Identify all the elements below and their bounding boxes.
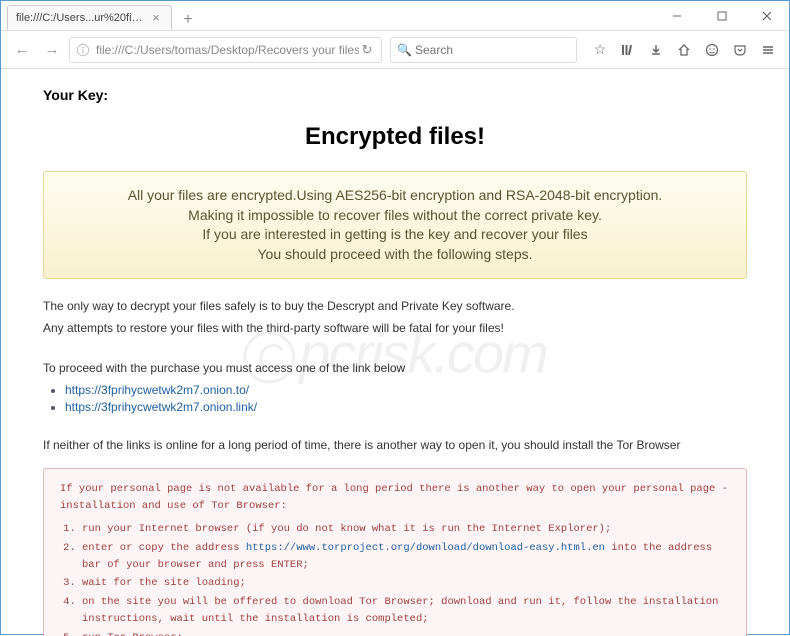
search-input[interactable] [415,43,570,57]
tab-title: file:///C:/Users...ur%20files.html [16,12,143,24]
decrypt-info-1: The only way to decrypt your files safel… [43,297,747,315]
decrypt-info-2: Any attempts to restore your files with … [43,319,747,337]
window-controls [654,1,789,30]
tor-intro: If your personal page is not available f… [60,481,730,515]
search-bar[interactable]: 🔍 [390,37,577,63]
refresh-icon[interactable]: ↻ [359,42,375,58]
forward-button[interactable]: → [39,37,65,63]
new-tab-button[interactable]: + [176,10,200,30]
tor-instruction: If neither of the links is online for a … [43,436,747,454]
close-window-button[interactable] [744,1,789,30]
warning-line: Making it impossible to recover files wi… [64,206,726,226]
maximize-button[interactable] [699,1,744,30]
url-input[interactable] [96,43,359,57]
menu-icon[interactable] [755,37,781,63]
proceed-label: To proceed with the purchase you must ac… [43,359,747,377]
torproject-link[interactable]: https://www.torproject.org/download/down… [246,542,605,554]
tor-steps-list: run your Internet browser (if you do not… [82,521,730,636]
chat-icon[interactable] [699,37,725,63]
your-key-label: Your Key: [43,87,747,103]
warning-line: If you are interested in getting is the … [64,225,726,245]
onion-link-2[interactable]: https://3fprihycwetwk2m7.onion.link/ [65,400,257,414]
tor-step: run your Internet browser (if you do not… [82,521,730,538]
browser-tab[interactable]: file:///C:/Users...ur%20files.html × [7,5,172,30]
library-icon[interactable] [615,37,641,63]
pocket-icon[interactable] [727,37,753,63]
tor-step: wait for the site loading; [82,575,730,592]
tor-step: on the site you will be offered to downl… [82,594,730,628]
warning-line: All your files are encrypted.Using AES25… [64,186,726,206]
toolbar-icons: ☆ [587,37,781,63]
close-tab-icon[interactable]: × [149,11,163,25]
minimize-button[interactable] [654,1,699,30]
warning-line: You should proceed with the following st… [64,245,726,265]
purchase-links: https://3fprihycwetwk2m7.onion.to/ https… [65,383,747,414]
tor-instructions-block: If your personal page is not available f… [43,468,747,636]
back-button[interactable]: ← [9,37,35,63]
tor-step: enter or copy the address https://www.to… [82,540,730,574]
list-item: https://3fprihycwetwk2m7.onion.to/ [65,383,747,397]
window-titlebar: file:///C:/Users...ur%20files.html × + [1,1,789,31]
page-content: Cpcrisk.com Your Key: Encrypted files! A… [1,69,789,636]
bookmark-icon[interactable]: ☆ [587,37,613,63]
search-icon: 🔍 [397,43,411,57]
downloads-icon[interactable] [643,37,669,63]
tab-strip: file:///C:/Users...ur%20files.html × + [1,1,654,30]
list-item: https://3fprihycwetwk2m7.onion.link/ [65,400,747,414]
address-bar[interactable]: ↻ [69,37,382,63]
warning-banner: All your files are encrypted.Using AES25… [43,171,747,279]
onion-link-1[interactable]: https://3fprihycwetwk2m7.onion.to/ [65,383,249,397]
tor-step: run Tor Browser; [82,630,730,636]
info-icon [76,43,90,57]
navigation-bar: ← → ↻ 🔍 ☆ [1,31,789,69]
page-title: Encrypted files! [43,123,747,151]
home-icon[interactable] [671,37,697,63]
